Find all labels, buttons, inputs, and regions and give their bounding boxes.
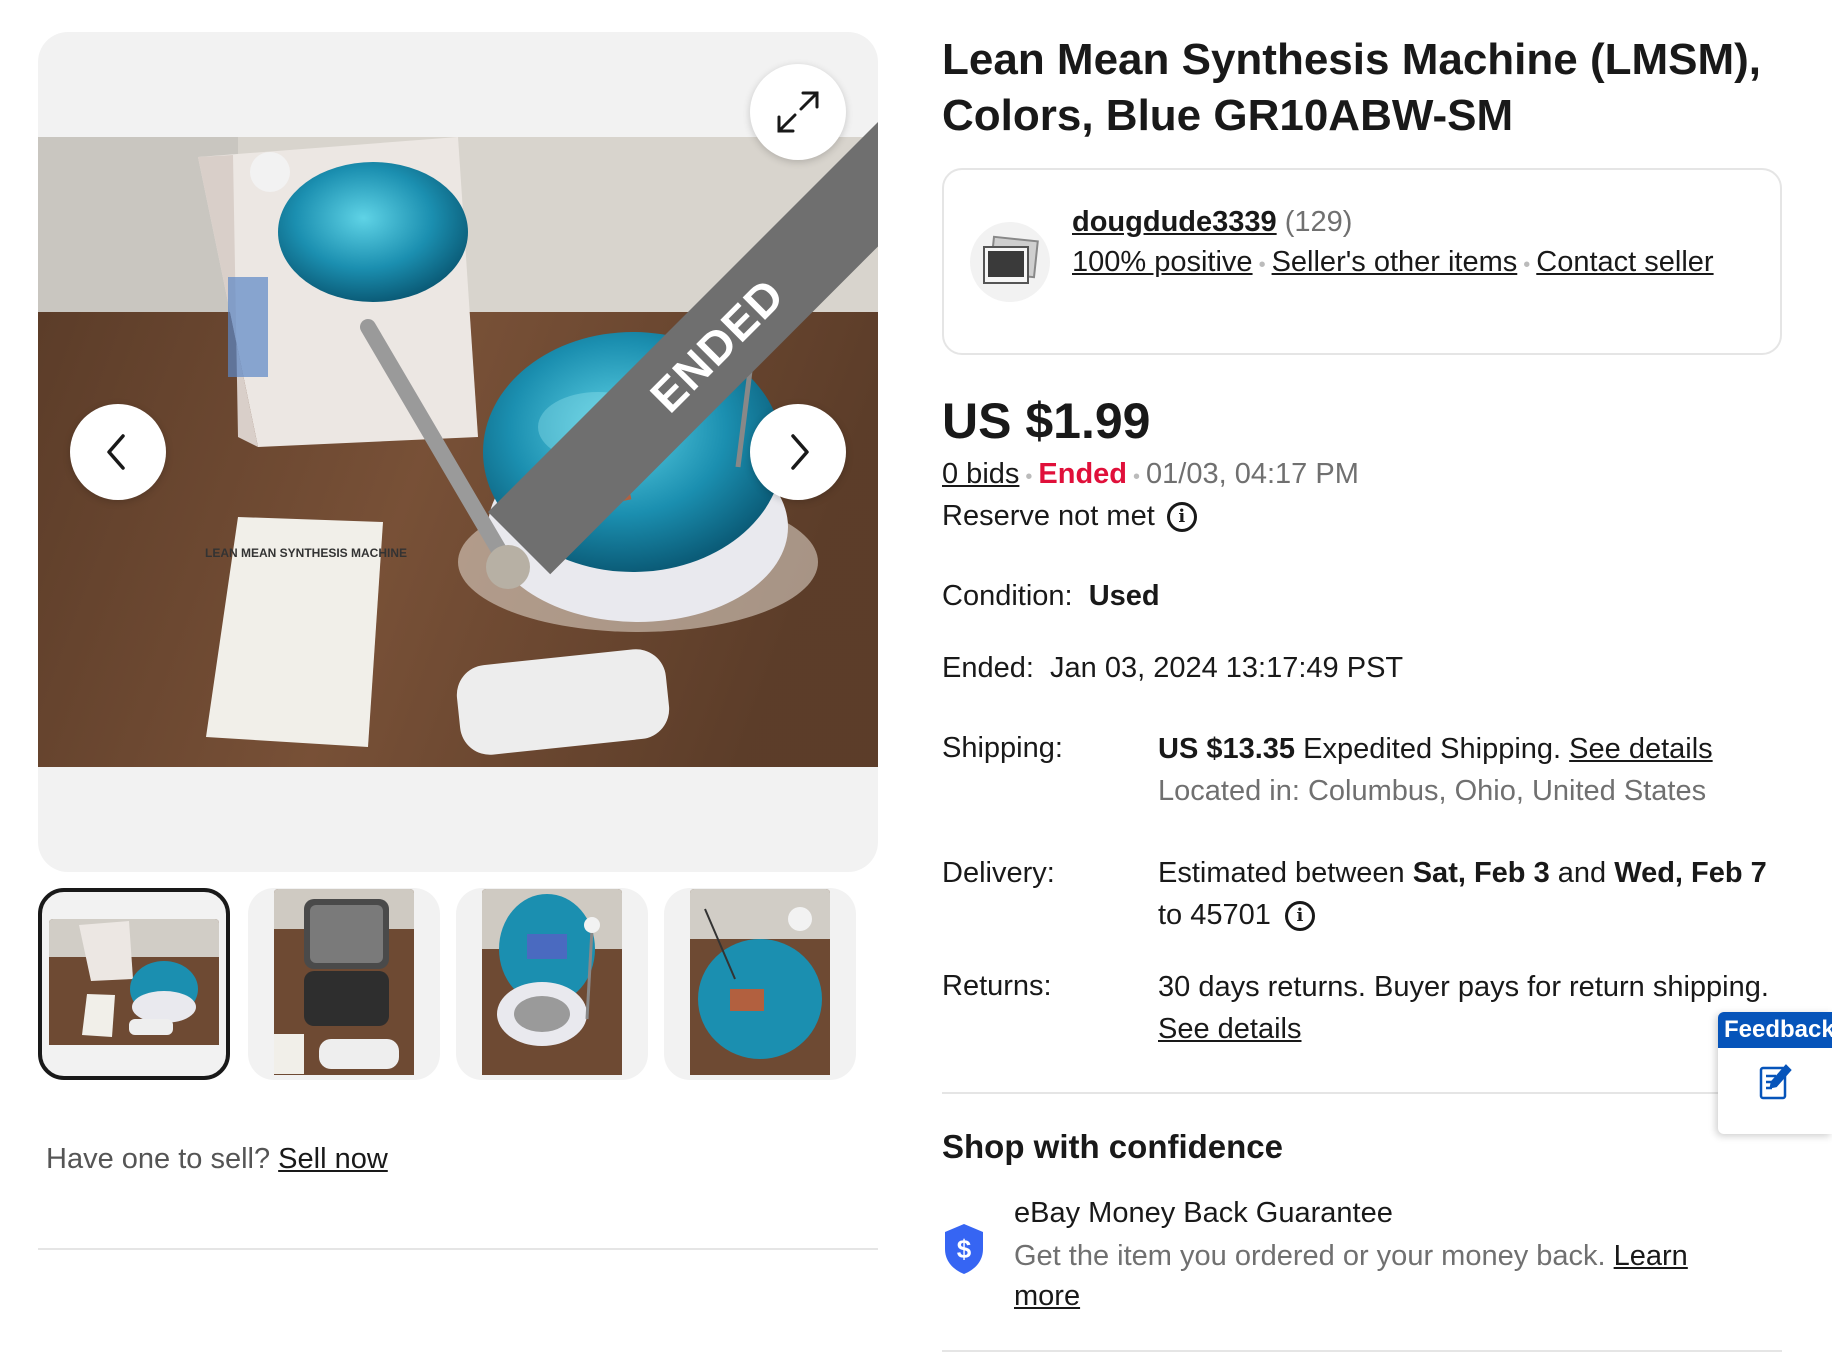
feedback-label: Feedback [1718,1012,1832,1048]
shop-confidence-heading: Shop with confidence [942,1128,1284,1165]
divider [942,1350,1782,1352]
delivery-and: and [1557,857,1607,889]
ended-status: Ended [1038,458,1128,490]
thumbnail-3[interactable] [456,888,648,1080]
manual-cover-text: LEAN MEAN SYNTHESIS MACHINE [205,546,407,560]
condition-row: Condition: Used [942,580,1160,613]
reserve-text: Reserve not met [942,500,1155,532]
sell-prompt-text: Have one to sell? [46,1143,271,1175]
feedback-edit-icon [1718,1048,1832,1100]
thumbnail-strip [38,888,878,1080]
delivery-end: Wed, Feb 7 [1614,857,1767,889]
seller-info: dougdude3339 (129) 100% positive • Seller'… [1072,202,1732,285]
thumbnail-image [690,888,830,1080]
feedback-tab[interactable]: Feedback [1718,1012,1832,1134]
ended-label: Ended: [942,652,1034,684]
guarantee-description: Get the item you ordered or your money b… [1014,1240,1606,1272]
money-back-guarantee-text: Get the item you ordered or your money b… [1014,1236,1734,1316]
reserve-status: Reserve not met i [942,500,1197,533]
thumbnail-2[interactable] [248,888,440,1080]
delivery-zip: to 45701 [1158,899,1271,931]
photo-icon [983,235,1039,284]
next-image-button[interactable] [750,404,846,500]
seller-positive-link[interactable]: 100% positive [1072,246,1253,278]
image-gallery: LEAN MEAN SYNTHESIS MACHINE ENDED [38,32,878,872]
thumbnail-image [49,918,219,1050]
shipping-method: Expedited Shipping. [1303,733,1562,765]
seller-card: dougdude3339 (129) 100% positive • Seller'… [942,168,1782,355]
ended-datetime: 01/03, 04:17 PM [1146,458,1359,490]
separator-dot: • [1258,254,1266,276]
returns-value: 30 days returns. Buyer pays for return s… [1158,966,1788,1050]
separator-dot: • [1523,254,1531,276]
condition-label: Condition: [942,580,1073,612]
shipping-label: Shipping: [942,732,1063,764]
returns-see-details-link[interactable]: See details [1158,1013,1302,1045]
delivery-prefix: Estimated between [1158,857,1405,889]
separator-dot: • [1025,466,1033,488]
price: US $1.99 [942,393,1151,449]
item-location: Located in: Columbus, Ohio, United State… [1158,775,1707,807]
shipping-cost: US $13.35 [1158,733,1296,765]
info-icon[interactable]: i [1284,901,1315,932]
bid-status-line: 0 bids • Ended • 01/03, 04:17 PM [942,458,1359,491]
separator-dot: • [1133,466,1141,488]
shield-dollar-icon: $ [942,1222,986,1281]
thumbnail-image [274,888,414,1080]
divider [942,1092,1782,1094]
seller-other-items-link[interactable]: Seller's other items [1272,246,1518,278]
thumbnail-4[interactable] [664,888,856,1080]
seller-avatar[interactable] [970,222,1050,302]
seller-name-link[interactable]: dougdude3339 [1072,206,1277,238]
contact-seller-link[interactable]: Contact seller [1536,246,1713,278]
previous-image-button[interactable] [70,404,166,500]
shipping-value: US $13.35 Expedited Shipping. See detail… [1158,728,1788,812]
shipping-see-details-link[interactable]: See details [1569,733,1713,765]
thumbnail-1[interactable] [38,888,230,1080]
sell-now-link[interactable]: Sell now [278,1143,388,1175]
divider [38,1248,878,1250]
expand-icon [777,91,819,133]
seller-feedback-count: (129) [1284,206,1353,238]
money-back-guarantee-title: eBay Money Back Guarantee [1014,1197,1393,1229]
delivery-value: Estimated between Sat, Feb 3 and Wed, Fe… [1158,852,1788,936]
svg-text:$: $ [957,1234,972,1264]
thumbnail-image [482,888,622,1080]
delivery-start: Sat, Feb 3 [1412,857,1550,889]
chevron-right-icon [791,434,809,470]
returns-label: Returns: [942,970,1052,1002]
ended-row: Ended: Jan 03, 2024 13:17:49 PST [942,652,1403,685]
info-icon[interactable]: i [1166,501,1197,532]
chevron-left-icon [107,434,125,470]
bids-link[interactable]: 0 bids [942,458,1019,490]
condition-value: Used [1088,580,1160,612]
listing-title: Lean Mean Synthesis Machine (LMSM), Colo… [942,35,1762,140]
returns-text: 30 days returns. Buyer pays for return s… [1158,971,1769,1003]
ended-value: Jan 03, 2024 13:17:49 PST [1050,652,1404,684]
expand-button[interactable] [750,64,846,160]
delivery-label: Delivery: [942,857,1055,889]
sell-prompt: Have one to sell? Sell now [46,1143,388,1176]
